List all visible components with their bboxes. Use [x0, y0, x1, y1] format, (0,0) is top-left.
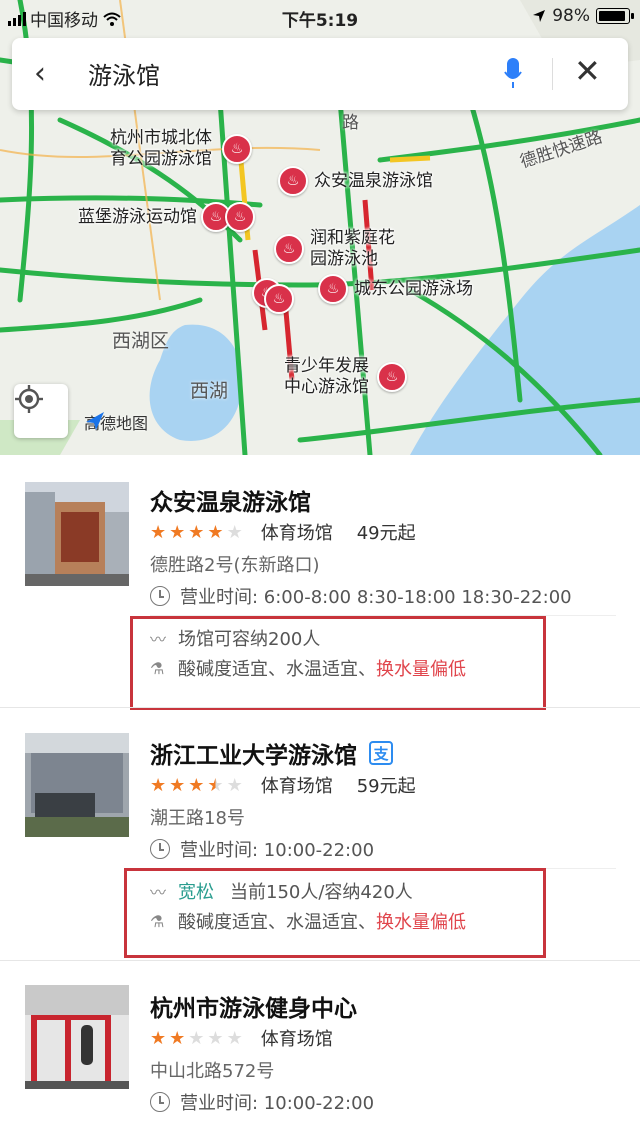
- pool-pin-icon: ♨: [225, 202, 255, 232]
- microphone-icon[interactable]: [504, 58, 522, 88]
- pool-pin-icon: ♨: [278, 166, 308, 196]
- venue-name[interactable]: 浙江工业大学游泳馆: [150, 736, 357, 770]
- venue-hours: 营业时间: 10:00-22:00: [180, 840, 375, 861]
- venue-hours: 营业时间: 6:00-8:00 8:30-18:00 18:30-22:00: [180, 587, 572, 608]
- battery-percent: 98%: [552, 6, 590, 26]
- map-logo: 高德地图: [84, 410, 148, 434]
- venue-address: 德胜路2号(东新路口): [150, 555, 320, 576]
- pool-pin-icon: ♨: [377, 362, 407, 392]
- map-poi[interactable]: 杭州市城北体 育公园游泳馆 ♨: [110, 128, 252, 170]
- map-poi-label: 青少年发展 中心游泳馆: [284, 356, 369, 397]
- venue-category: 体育场馆: [260, 1029, 333, 1050]
- alipay-icon: 支: [369, 741, 393, 765]
- venue-category: 体育场馆: [260, 523, 333, 544]
- star-icon: ★: [207, 774, 224, 796]
- crowd-status: 宽松: [178, 882, 214, 903]
- star-icon: ★: [150, 521, 167, 543]
- map-poi[interactable]: 蓝堡游泳运动馆 ♨ ♨: [78, 202, 255, 232]
- area-label-xihu-lake: 西湖: [190, 380, 229, 402]
- venue-name[interactable]: 众安温泉游泳馆: [150, 483, 311, 517]
- venue-hours: 营业时间: 10:00-22:00: [180, 1093, 375, 1114]
- pool-pin-icon: ♨: [222, 134, 252, 164]
- star-icon: ★: [150, 1027, 167, 1049]
- road-label-short: 路: [342, 113, 359, 133]
- rating-stars: ★ ★ ★ ★ ★: [150, 522, 243, 543]
- map-poi[interactable]: 青少年发展 中心游泳馆 ♨: [284, 356, 407, 398]
- capacity-text: 场馆可容纳200人: [178, 629, 321, 650]
- swimmer-icon: 〰: [150, 883, 167, 902]
- water-quality-warning: 换水量偏低: [376, 912, 466, 933]
- venue-thumbnail: [25, 482, 129, 586]
- map-poi-label: 杭州市城北体 育公园游泳馆: [110, 128, 212, 169]
- star-icon: ★: [226, 1027, 243, 1049]
- star-icon: ★: [169, 521, 186, 543]
- map-poi-label: 蓝堡游泳运动馆: [78, 206, 197, 227]
- venue-category: 体育场馆: [260, 776, 333, 797]
- venue-thumbnail: [25, 733, 129, 837]
- pool-pin-icon: ♨: [318, 274, 348, 304]
- map-poi-label: 润和紫庭花 园游泳池: [310, 228, 395, 269]
- close-icon[interactable]: ✕: [574, 52, 601, 90]
- star-icon: ★: [226, 774, 243, 796]
- star-icon: ★: [226, 521, 243, 543]
- search-query[interactable]: 游泳馆: [88, 56, 160, 91]
- venue-price: 49元起: [356, 523, 416, 544]
- crosshair-icon: [15, 385, 43, 413]
- rating-stars: ★ ★ ★ ★ ★: [150, 775, 243, 796]
- map-poi[interactable]: ♨ 润和紫庭花 园游泳池: [274, 228, 395, 270]
- venue-price: 59元起: [356, 776, 416, 797]
- star-icon: ★: [169, 1027, 186, 1049]
- locate-me-button[interactable]: [14, 384, 68, 438]
- star-icon: ★: [188, 521, 205, 543]
- map-poi-label: 城东公园游泳场: [354, 278, 473, 299]
- divider: [552, 58, 553, 90]
- flask-icon: ⚗: [150, 658, 165, 678]
- result-card[interactable]: 浙江工业大学游泳馆 支 ★ ★ ★ ★ ★ 体育场馆 59元起 潮王路18号 营业时间:…: [0, 708, 640, 960]
- back-chevron-icon[interactable]: ‹: [34, 56, 46, 91]
- result-card[interactable]: 众安温泉游泳馆 ★ ★ ★ ★ ★ 体育场馆 49元起 德胜路2号(东新路口) 营业时间…: [0, 455, 640, 710]
- rating-stars: ★ ★ ★ ★ ★: [150, 1028, 243, 1049]
- clock-icon: [150, 586, 170, 606]
- map-poi-label: 众安温泉游泳馆: [314, 170, 433, 191]
- battery-icon: [596, 8, 634, 24]
- star-icon: ★: [150, 774, 167, 796]
- star-icon: ★: [207, 521, 224, 543]
- water-quality-normal: 酸碱度适宜、水温适宜、: [178, 659, 376, 680]
- map-poi-cluster[interactable]: ♨ ♨: [252, 272, 294, 314]
- navigation-arrow-icon: [86, 412, 104, 430]
- location-arrow-icon: [533, 10, 546, 22]
- venue-name[interactable]: 杭州市游泳健身中心: [150, 989, 357, 1023]
- swimmer-icon: 〰: [150, 630, 167, 649]
- area-label-xihu-district: 西湖区: [112, 330, 170, 352]
- venue-address: 中山北路572号: [150, 1061, 275, 1082]
- map-poi[interactable]: ♨ 城东公园游泳场: [318, 274, 473, 304]
- clock-icon: [150, 839, 170, 859]
- venue-thumbnail: [25, 985, 129, 1089]
- water-quality-warning: 换水量偏低: [376, 659, 466, 680]
- clock-icon: [150, 1092, 170, 1112]
- water-quality-normal: 酸碱度适宜、水温适宜、: [178, 912, 376, 933]
- star-icon: ★: [188, 774, 205, 796]
- capacity-text: 当前150人/容纳420人: [230, 882, 413, 903]
- pool-pin-icon: ♨: [264, 284, 294, 314]
- pool-pin-icon: ♨: [274, 234, 304, 264]
- status-bar: 中国移动 下午5:19 98%: [0, 0, 640, 34]
- flask-icon: ⚗: [150, 911, 165, 931]
- star-icon: ★: [207, 1027, 224, 1049]
- map-poi[interactable]: ♨ 众安温泉游泳馆: [278, 166, 433, 196]
- star-icon: ★: [188, 1027, 205, 1049]
- star-icon: ★: [169, 774, 186, 796]
- venue-address: 潮王路18号: [150, 808, 245, 829]
- result-card[interactable]: 杭州市游泳健身中心 ★ ★ ★ ★ ★ 体育场馆 中山北路572号 营业时间: 10:0…: [0, 961, 640, 1138]
- search-bar[interactable]: ‹ 游泳馆 ✕: [12, 38, 628, 110]
